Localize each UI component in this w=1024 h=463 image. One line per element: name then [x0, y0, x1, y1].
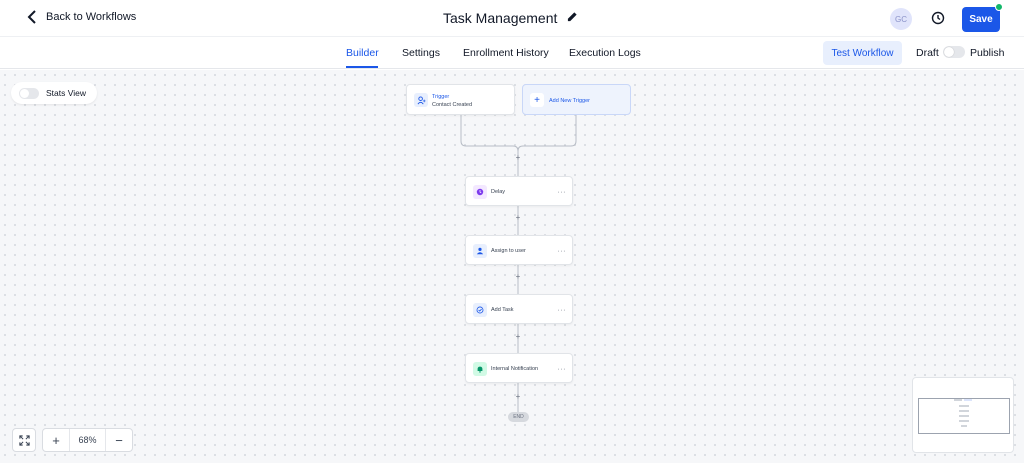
user-plus-icon	[414, 93, 428, 107]
edit-title-icon[interactable]	[567, 9, 578, 27]
step-label: Assign to user	[491, 248, 526, 254]
tab-settings[interactable]: Settings	[402, 47, 440, 59]
add-step-plus-icon[interactable]: +	[514, 332, 522, 341]
top-bar: Back to Workflows Task Management GC Sav…	[0, 0, 1024, 37]
tab-enrollment-history[interactable]: Enrollment History	[463, 47, 549, 59]
step-label: Delay	[491, 189, 506, 195]
more-options-icon[interactable]: ···	[558, 307, 567, 314]
back-label: Back to Workflows	[46, 11, 137, 23]
add-step-plus-icon[interactable]: +	[514, 213, 522, 222]
more-options-icon[interactable]: ···	[558, 189, 567, 196]
test-workflow-button[interactable]: Test Workflow	[823, 41, 902, 65]
user-icon	[473, 244, 487, 258]
more-options-icon[interactable]: ···	[558, 366, 567, 373]
tab-builder[interactable]: Builder	[346, 47, 379, 59]
save-button[interactable]: Save	[962, 7, 1000, 32]
stats-view-toggle[interactable]: Stats View	[11, 82, 97, 104]
add-new-trigger-button[interactable]: + Add New Trigger	[522, 84, 631, 115]
step-delay[interactable]: Delay ···	[465, 176, 573, 206]
history-icon[interactable]	[930, 10, 946, 26]
status-dot	[995, 3, 1003, 11]
tab-bar: Builder Settings Enrollment History Exec…	[0, 37, 1024, 69]
add-trigger-label: Add New Trigger	[549, 98, 590, 104]
expand-icon	[18, 434, 30, 446]
zoom-level: 68%	[69, 429, 106, 451]
minimap-nodes	[954, 399, 972, 427]
bell-icon	[473, 362, 487, 376]
more-options-icon[interactable]: ···	[558, 248, 567, 255]
workflow-title: Task Management	[443, 10, 558, 26]
step-assign-to-user[interactable]: Assign to user ···	[465, 235, 573, 265]
trigger-title: Trigger	[432, 94, 450, 100]
avatar[interactable]: GC	[890, 8, 912, 30]
stats-view-label: Stats View	[46, 88, 87, 98]
zoom-in-button[interactable]: +	[43, 429, 69, 451]
toggle-knob	[944, 47, 954, 57]
tab-execution-logs[interactable]: Execution Logs	[569, 47, 641, 59]
zoom-out-button[interactable]: −	[106, 429, 132, 451]
step-label: Internal Notification	[491, 366, 539, 372]
publish-label: Publish	[970, 47, 1005, 59]
clock-icon	[473, 185, 487, 199]
add-step-plus-icon[interactable]: +	[514, 392, 522, 401]
trigger-card[interactable]: Trigger Contact Created	[406, 84, 515, 115]
draft-label: Draft	[916, 47, 939, 59]
minimap[interactable]	[912, 377, 1014, 453]
trigger-subtitle: Contact Created	[432, 102, 473, 108]
active-tab-indicator	[346, 66, 378, 68]
zoom-controls: + 68% −	[42, 428, 133, 452]
task-icon	[473, 303, 487, 317]
end-node: END	[508, 412, 529, 422]
fit-view-button[interactable]	[12, 428, 36, 452]
stats-switch[interactable]	[19, 87, 39, 99]
plus-icon: +	[530, 93, 544, 107]
step-add-task[interactable]: Add Task ···	[465, 294, 573, 324]
chevron-left-icon	[27, 10, 36, 24]
workflow-canvas[interactable]	[0, 70, 1024, 463]
step-internal-notification[interactable]: Internal Notification ···	[465, 353, 573, 383]
back-to-workflows-link[interactable]: Back to Workflows	[26, 10, 136, 24]
add-step-plus-icon[interactable]: +	[514, 153, 522, 162]
publish-toggle[interactable]	[943, 46, 965, 58]
step-label: Add Task	[491, 307, 514, 313]
add-step-plus-icon[interactable]: +	[514, 272, 522, 281]
